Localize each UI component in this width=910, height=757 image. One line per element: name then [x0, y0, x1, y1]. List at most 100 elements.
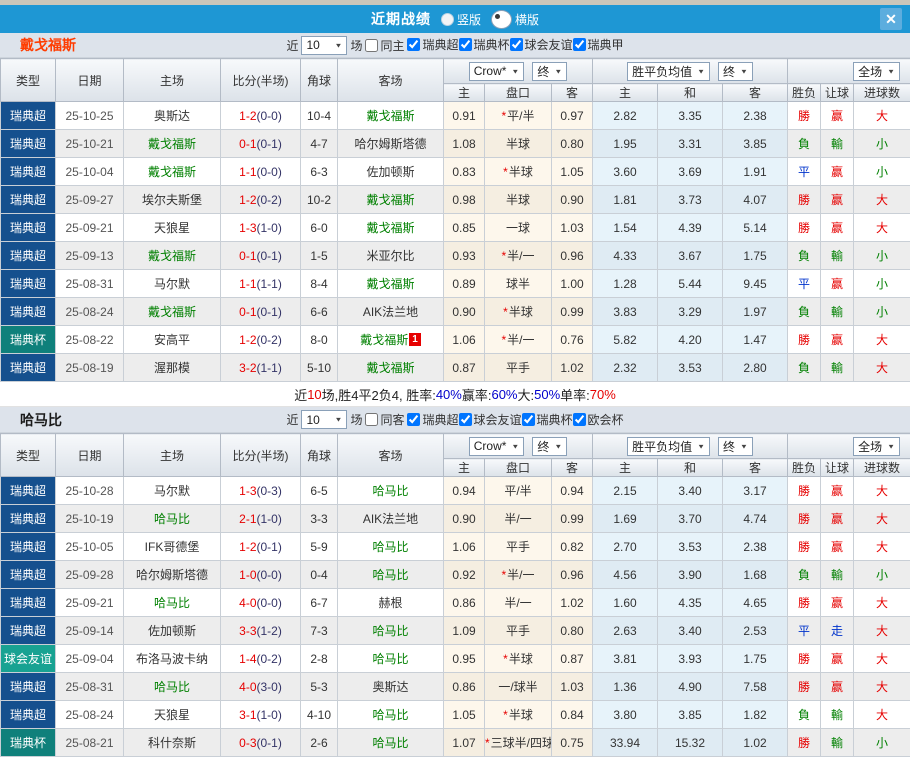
result-cell: 負	[788, 354, 821, 382]
goals-cell: 大	[854, 186, 910, 214]
home-odds-cell: 0.94	[444, 477, 485, 505]
scope-select[interactable]: 全场▼	[853, 62, 900, 81]
handicap-result-cell: 赢	[821, 186, 854, 214]
avg-away-cell: 7.58	[723, 673, 788, 701]
home-odds-cell: 1.08	[444, 130, 485, 158]
league-checkbox[interactable]	[573, 38, 586, 51]
league-filter[interactable]: 瑞典杯	[522, 411, 573, 428]
home-team-cell: 渥那模	[124, 354, 221, 382]
col-result: 胜负	[788, 84, 821, 102]
handicap-text: 平手	[506, 624, 530, 638]
summary-segment: 10	[307, 387, 321, 402]
avg-odds-select[interactable]: 胜平负均值▼	[627, 437, 710, 456]
final-odds-select[interactable]: 终▼	[532, 62, 567, 81]
league-filter[interactable]: 欧会杯	[573, 411, 624, 428]
chevron-down-icon: ▼	[740, 442, 748, 449]
fulltime-score: 1-1	[239, 277, 256, 291]
goals-cell: 小	[854, 130, 910, 158]
halftime-score: (0-2)	[257, 652, 282, 666]
score-cell: 0-3(0-1)	[221, 729, 301, 757]
halftime-score: (0-1)	[257, 540, 282, 554]
league-filter[interactable]: 瑞典超	[407, 36, 458, 53]
handicap-cell: *半球	[485, 158, 552, 186]
scope-select[interactable]: 全场▼	[853, 437, 900, 456]
score-cell: 3-2(1-1)	[221, 354, 301, 382]
radio-button-icon[interactable]	[441, 13, 454, 26]
close-button[interactable]: ✕	[880, 8, 902, 30]
halftime-score: (0-1)	[257, 736, 282, 750]
away-team-cell: 哈马比	[338, 645, 444, 673]
goals-cell: 小	[854, 242, 910, 270]
goals-cell: 小	[854, 270, 910, 298]
filter-bar: 戴戈福斯 近 10 ▼ 场 同主 瑞典超瑞典杯球会友谊瑞典甲	[0, 33, 910, 58]
team-section-degerfors: 戴戈福斯 近 10 ▼ 场 同主 瑞典超瑞典杯球会友谊瑞典甲 类型 日期	[0, 33, 910, 407]
bookmaker-select[interactable]: Crow*▼	[469, 437, 525, 456]
result-cell: 平	[788, 617, 821, 645]
radio-button-selected-icon[interactable]	[491, 10, 512, 29]
avg-draw-cell: 3.40	[658, 477, 723, 505]
date-cell: 25-08-22	[56, 326, 124, 354]
result-cell: 勝	[788, 645, 821, 673]
league-checkbox[interactable]	[407, 38, 420, 51]
same-side-filter[interactable]: 同主	[365, 37, 404, 54]
final-value-2: 终	[723, 63, 735, 80]
rounds-select[interactable]: 10 ▼	[301, 410, 347, 429]
league-checkbox[interactable]	[459, 413, 472, 426]
league-filter[interactable]: 球会友谊	[459, 411, 522, 428]
league-cell: 瑞典超	[1, 186, 56, 214]
games-label: 场	[350, 411, 362, 428]
league-filter[interactable]: 瑞典甲	[573, 36, 624, 53]
corner-cell: 10-4	[301, 102, 338, 130]
avg-odds-select[interactable]: 胜平负均值▼	[627, 62, 710, 81]
handicap-cell: *平/半	[485, 102, 552, 130]
handicap-text: 半球	[509, 305, 533, 319]
fulltime-score: 1-2	[239, 333, 256, 347]
rounds-select[interactable]: 10 ▼	[301, 36, 347, 55]
final-odds-select[interactable]: 终▼	[532, 437, 567, 456]
bookmaker-select[interactable]: Crow*▼	[469, 62, 525, 81]
layout-radio-horizontal[interactable]: 横版	[491, 10, 539, 29]
handicap-cell: 平/半	[485, 477, 552, 505]
home-team-cell: 哈马比	[124, 505, 221, 533]
league-cell: 瑞典超	[1, 102, 56, 130]
league-checkbox[interactable]	[510, 38, 523, 51]
date-cell: 25-08-24	[56, 298, 124, 326]
final-odds-select-2[interactable]: 终▼	[718, 62, 753, 81]
score-cell: 4-0(3-0)	[221, 673, 301, 701]
league-checkbox[interactable]	[573, 413, 586, 426]
handicap-result-cell: 走	[821, 617, 854, 645]
same-side-checkbox[interactable]	[365, 39, 378, 52]
col-avg-home: 主	[593, 84, 658, 102]
star-mark: *	[503, 652, 508, 666]
corner-cell: 6-6	[301, 298, 338, 326]
filter-controls: 近 10 ▼ 场 同客 瑞典超球会友谊瑞典杯欧会杯	[286, 410, 623, 429]
avg-away-cell: 4.65	[723, 589, 788, 617]
summary-segment: 50%	[534, 387, 560, 402]
handicap-cell: 平手	[485, 354, 552, 382]
corner-cell: 7-3	[301, 617, 338, 645]
date-cell: 25-09-21	[56, 589, 124, 617]
avg-home-cell: 2.63	[593, 617, 658, 645]
same-side-filter[interactable]: 同客	[365, 411, 404, 428]
col-date: 日期	[56, 59, 124, 102]
league-checkbox[interactable]	[522, 413, 535, 426]
same-side-checkbox[interactable]	[365, 413, 378, 426]
handicap-text: 半/一	[507, 333, 534, 347]
fulltime-score: 1-2	[239, 540, 256, 554]
league-filter[interactable]: 瑞典超	[407, 411, 458, 428]
home-team-cell: IFK哥德堡	[124, 533, 221, 561]
handicap-text: 平/半	[504, 484, 531, 498]
home-odds-cell: 0.87	[444, 354, 485, 382]
league-checkbox[interactable]	[407, 413, 420, 426]
final-odds-select-2[interactable]: 终▼	[718, 437, 753, 456]
league-filter[interactable]: 瑞典杯	[459, 36, 510, 53]
col-avg-away: 客	[723, 459, 788, 477]
table-header: 类型 日期 主场 比分(半场) 角球 客场 Crow*▼ 终▼ 胜平负均值▼ 终…	[1, 434, 910, 477]
avg-home-cell: 1.36	[593, 673, 658, 701]
result-cell: 勝	[788, 214, 821, 242]
handicap-cell: *半球	[485, 298, 552, 326]
summary-segment: 60%	[491, 387, 517, 402]
league-checkbox[interactable]	[459, 38, 472, 51]
layout-radio-vertical[interactable]: 竖版	[441, 11, 481, 28]
league-filter[interactable]: 球会友谊	[510, 36, 573, 53]
